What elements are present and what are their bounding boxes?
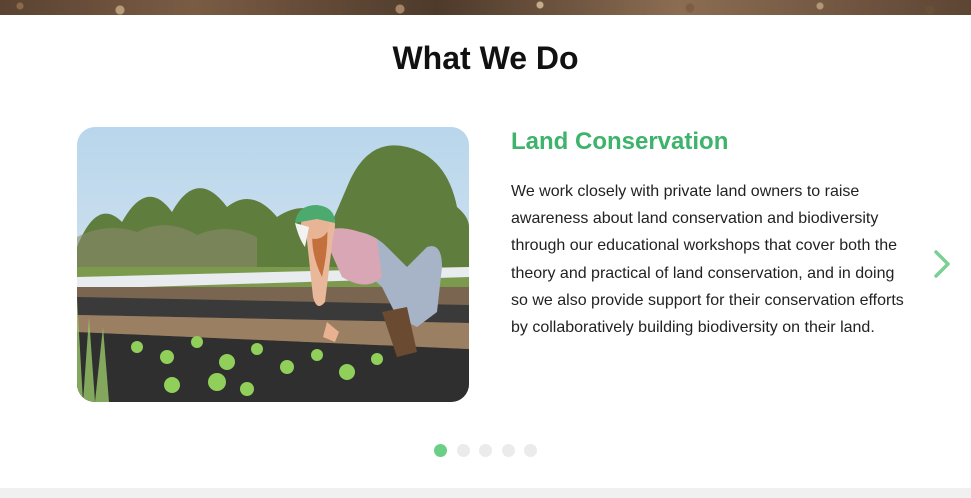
- next-section-edge: [0, 488, 971, 498]
- next-slide-button[interactable]: [928, 249, 956, 279]
- carousel-dot-2[interactable]: [456, 444, 470, 457]
- carousel-pagination: [434, 444, 537, 457]
- section-title: What We Do: [392, 40, 579, 76]
- chevron-right-icon: [934, 250, 950, 278]
- hero-image-edge: [0, 0, 971, 15]
- carousel-dot-5[interactable]: [524, 444, 537, 457]
- slide-image: [77, 127, 469, 402]
- slide-heading: Land Conservation: [511, 128, 729, 155]
- carousel-dot-1[interactable]: [434, 444, 447, 457]
- slide-description: We work closely with private land owners…: [511, 183, 904, 337]
- carousel-dot-3[interactable]: [479, 444, 492, 457]
- carousel-dot-4[interactable]: [501, 444, 515, 457]
